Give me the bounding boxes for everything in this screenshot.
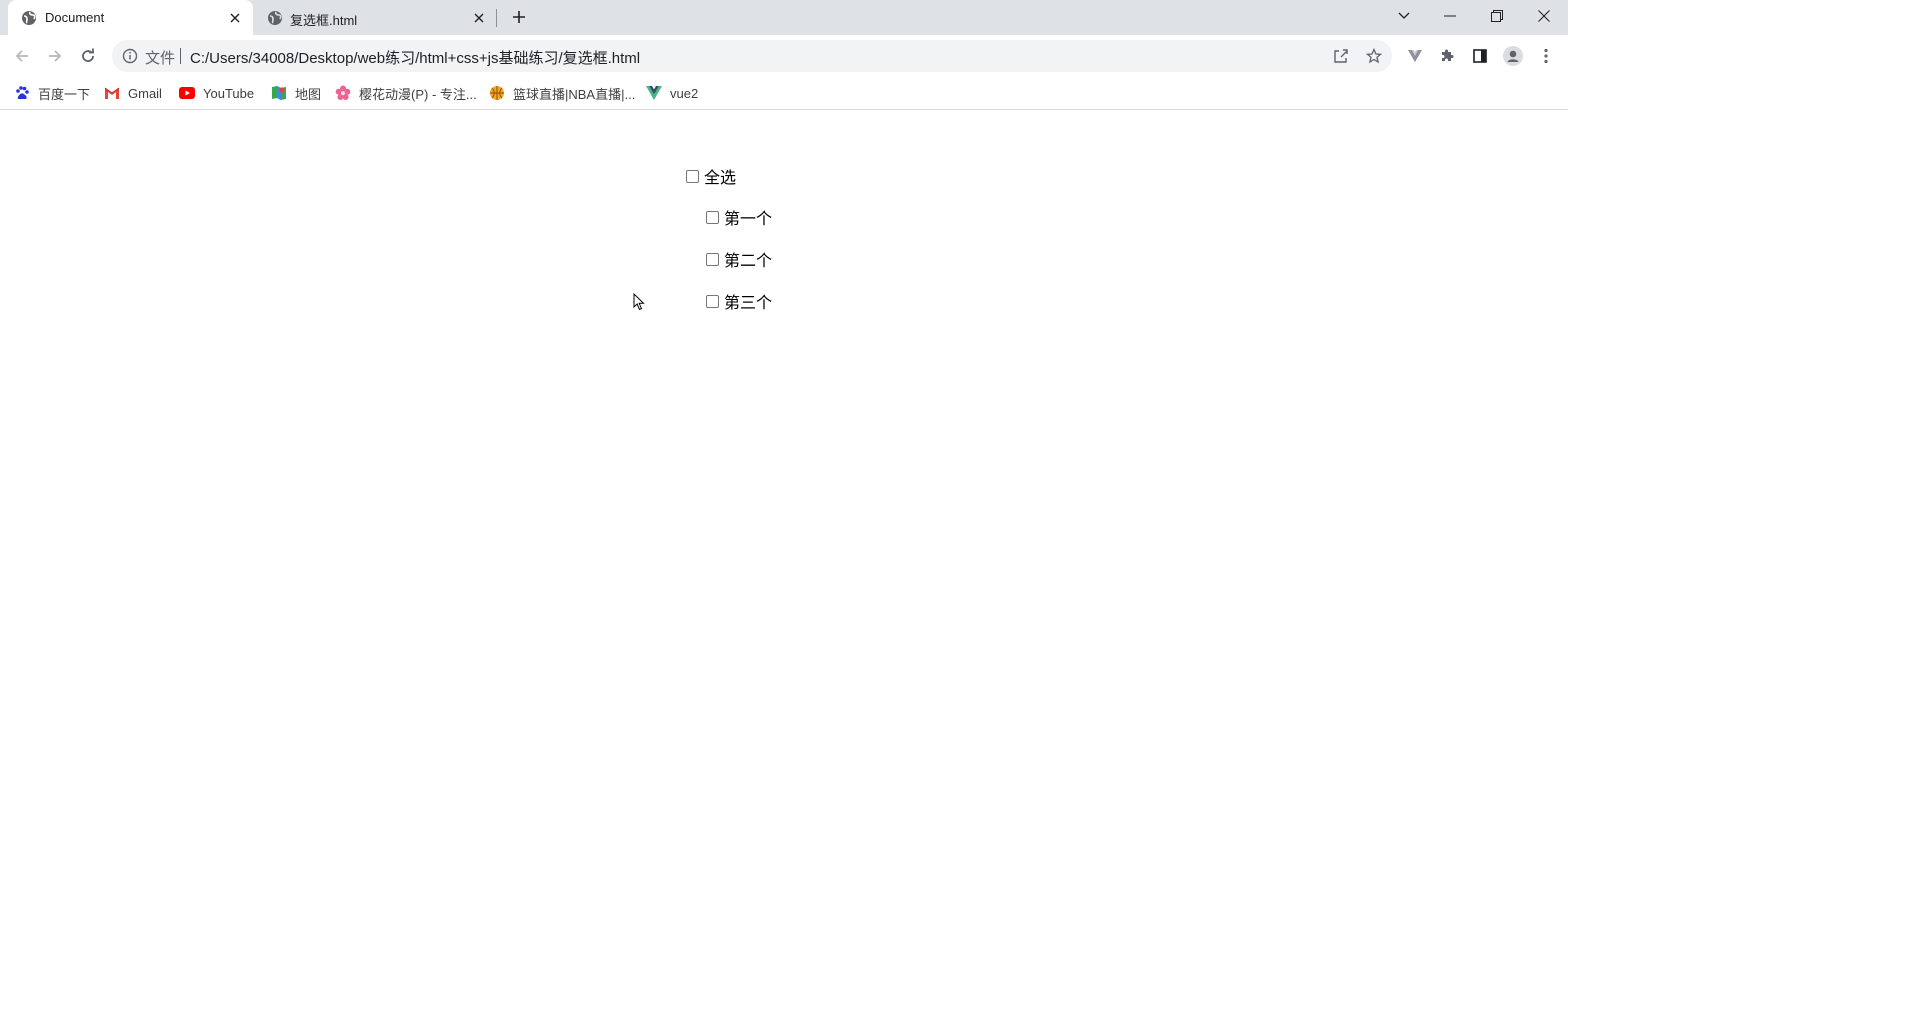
item-label-1: 第一个 [724, 209, 773, 228]
bookmark-basketball[interactable]: 篮球直播|NBA直播|... [489, 84, 635, 102]
tab-strip: Document 复选框.html [0, 0, 1568, 36]
bookmark-label: Gmail [128, 85, 162, 101]
item-label-3: 第三个 [724, 293, 773, 312]
puzzle-icon[interactable] [1436, 45, 1458, 67]
item-checkbox-3[interactable] [706, 294, 719, 308]
minimize-icon [1444, 15, 1456, 17]
item-row-1[interactable]: 第一个 [706, 205, 772, 229]
plus-icon [513, 11, 525, 23]
vue-icon [646, 85, 662, 101]
basketball-icon [489, 85, 505, 101]
bookmark-label: 百度一下 [38, 86, 91, 102]
globe-icon [21, 10, 37, 26]
url-text[interactable]: C:/Users/34008/Desktop/web练习/html+css+js… [190, 47, 640, 68]
maps-icon [271, 85, 287, 101]
arrow-left-icon [15, 50, 28, 62]
bookmark-label: vue2 [670, 85, 699, 101]
profile-avatar-icon[interactable] [1502, 45, 1524, 67]
bookmark-sakura[interactable]: 樱花动漫(P) - 专注... [335, 84, 477, 102]
close-window-button[interactable] [1532, 4, 1556, 28]
restore-icon [1491, 10, 1503, 22]
new-tab-button[interactable] [509, 7, 529, 27]
bookmark-gmail[interactable]: Gmail [104, 84, 162, 102]
address-bar[interactable]: 文件 C:/Users/34008/Desktop/web练习/html+css… [112, 40, 1392, 72]
item-label-2: 第二个 [724, 251, 773, 270]
side-panel-icon[interactable] [1469, 45, 1491, 67]
bookmark-baidu[interactable]: 百度一下 [14, 84, 90, 102]
bookmarks-bar: 百度一下 Gmail YouTube 地图 樱花动漫(P) - 专注... 篮球… [0, 76, 1568, 110]
youtube-icon [179, 85, 195, 101]
bookmark-label: 篮球直播|NBA直播|... [513, 86, 636, 102]
bookmark-maps[interactable]: 地图 [271, 84, 321, 102]
tab-document[interactable]: Document [8, 0, 253, 36]
tab-search-button[interactable] [1392, 4, 1416, 28]
bookmark-label: 樱花动漫(P) - 专注... [359, 86, 477, 102]
sakura-icon [335, 85, 351, 101]
item-row-3[interactable]: 第三个 [706, 289, 772, 313]
item-row-2[interactable]: 第二个 [706, 247, 772, 271]
mouse-cursor-icon [633, 293, 645, 311]
restore-button[interactable] [1485, 4, 1509, 28]
bookmark-label: YouTube [203, 85, 255, 101]
close-icon[interactable] [227, 10, 243, 26]
chevron-down-icon [1398, 12, 1410, 19]
gmail-icon [104, 85, 120, 101]
share-icon[interactable] [1331, 46, 1351, 66]
item-checkbox-1[interactable] [706, 210, 719, 224]
select-all-checkbox[interactable] [686, 169, 699, 183]
reload-icon [82, 48, 94, 62]
back-button[interactable] [11, 45, 33, 67]
globe-icon [267, 10, 283, 26]
reload-button[interactable] [77, 45, 99, 67]
item-checkbox-2[interactable] [706, 252, 719, 266]
bookmark-vue2[interactable]: vue2 [646, 84, 698, 102]
tab-checkbox-html[interactable]: 复选框.html [253, 0, 497, 35]
divider [180, 48, 181, 64]
forward-button[interactable] [44, 45, 66, 67]
select-all-label: 全选 [704, 168, 737, 187]
select-all-row[interactable]: 全选 [686, 164, 736, 188]
close-icon [1538, 10, 1550, 22]
baidu-icon [14, 85, 30, 101]
arrow-right-icon [49, 50, 62, 62]
star-icon[interactable] [1364, 46, 1384, 66]
toolbar: 文件 C:/Users/34008/Desktop/web练习/html+css… [0, 35, 1568, 76]
info-icon[interactable] [122, 48, 138, 64]
minimize-button[interactable] [1438, 4, 1462, 28]
tab-separator [496, 9, 497, 27]
bookmark-label: 地图 [295, 86, 322, 102]
vue-devtools-icon[interactable] [1404, 45, 1426, 67]
page-content: 全选 第一个 第二个 第三个 [0, 111, 1568, 830]
bookmark-youtube[interactable]: YouTube [179, 84, 254, 102]
scheme-label: 文件 [145, 50, 176, 67]
tab-title: 复选框.html [290, 13, 358, 28]
tab-title: Document [45, 10, 105, 25]
close-icon[interactable] [471, 10, 487, 26]
menu-icon[interactable] [1535, 45, 1557, 67]
